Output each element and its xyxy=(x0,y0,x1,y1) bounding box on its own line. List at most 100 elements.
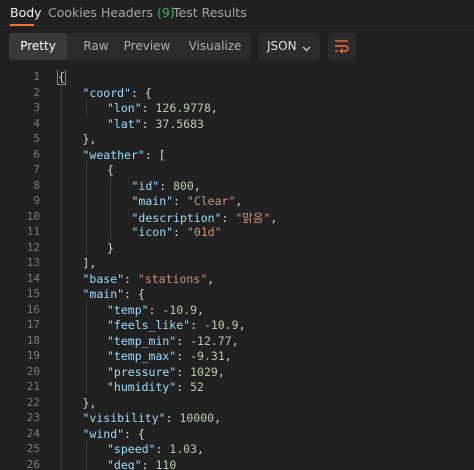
line-number: 6 xyxy=(33,147,40,161)
code-token: : xyxy=(173,225,187,239)
tab-test-results[interactable]: Test Results xyxy=(173,5,247,20)
code-line: 26 "deg": 110 xyxy=(0,458,474,470)
code-token: , xyxy=(231,333,239,348)
code-token: "wind" xyxy=(82,426,125,441)
line-number: 1 xyxy=(33,70,40,83)
response-body-editor[interactable]: 1{2 "coord": {3 "lon": 126.9778, 4 "lat": 37… xyxy=(0,70,474,470)
line-number: 18 xyxy=(26,333,40,347)
code-token: "lat" xyxy=(107,116,142,131)
code-token: : xyxy=(165,411,180,425)
code-content: ], xyxy=(83,256,97,270)
line-number: 15 xyxy=(26,287,40,300)
code-token: : xyxy=(159,178,174,193)
code-token: "lon" xyxy=(107,101,142,115)
code-content: "visibility": 10000, xyxy=(83,411,222,425)
code-token: "coord" xyxy=(82,85,131,100)
code-line: 25 "speed": 1.03, xyxy=(0,442,474,458)
code-token: : xyxy=(141,101,156,115)
code-token: , xyxy=(207,271,215,286)
code-line: 20 "pressure": 1029, xyxy=(0,365,474,381)
code-token: "맑음" xyxy=(235,210,271,225)
view-raw-button[interactable]: Raw xyxy=(73,33,119,60)
code-token: } xyxy=(107,240,114,255)
code-line: 17 "feels_like": -10.9, xyxy=(0,318,474,334)
code-line: 23 "visibility": 10000, xyxy=(0,411,474,427)
code-token: "pressure" xyxy=(107,364,177,379)
tab-body[interactable]: Body xyxy=(10,5,42,20)
code-content: }, xyxy=(83,132,97,146)
code-content: "temp_min": -12.77, xyxy=(107,334,239,348)
code-token: , xyxy=(235,194,243,208)
code-token: "humidity" xyxy=(107,380,177,394)
code-token: "id" xyxy=(131,178,160,193)
code-line: 3 "lon": 126.9778, xyxy=(0,101,474,117)
line-number: 24 xyxy=(26,426,40,440)
active-tab-indicator xyxy=(10,24,34,26)
code-token: "main" xyxy=(82,287,125,301)
code-token: , xyxy=(214,411,222,425)
code-content: "wind": { xyxy=(83,427,145,441)
code-token: 800 xyxy=(173,178,194,193)
code-token: "temp_max" xyxy=(107,349,177,363)
line-number: 2 xyxy=(33,85,40,99)
code-content: { xyxy=(107,163,114,177)
code-token: : xyxy=(124,271,138,286)
line-number: 16 xyxy=(26,302,40,316)
view-preview-button[interactable]: Preview xyxy=(121,33,173,60)
code-content: "temp": -10.9, xyxy=(107,303,204,317)
wrap-lines-icon xyxy=(335,40,349,54)
code-token: , xyxy=(238,318,246,332)
code-token: : xyxy=(141,457,156,470)
code-token: : { xyxy=(130,85,152,100)
code-token: }, xyxy=(82,132,97,146)
code-token: : xyxy=(173,194,187,208)
code-content: "pressure": 1029, xyxy=(107,365,225,379)
view-visualize-button[interactable]: Visualize xyxy=(185,33,245,60)
format-select-value: JSON xyxy=(267,39,297,53)
code-token: , xyxy=(210,101,218,115)
line-number: 9 xyxy=(33,194,40,207)
line-number: 3 xyxy=(33,101,40,114)
code-token: , xyxy=(197,442,204,456)
code-token: : { xyxy=(124,287,145,301)
code-content: "main": "Clear", xyxy=(132,194,243,208)
line-number: 5 xyxy=(33,132,40,145)
code-line: 10 "description": "맑음", xyxy=(0,210,474,226)
line-number: 13 xyxy=(26,256,40,269)
code-line: 18 "temp_min": -12.77, xyxy=(0,334,474,350)
code-content: "weather": [ xyxy=(83,148,166,162)
line-number: 11 xyxy=(26,225,40,238)
code-content: "deg": 110 xyxy=(107,458,176,470)
code-line: 15 "main": { xyxy=(0,287,474,303)
code-token: : xyxy=(155,442,170,456)
code-line: 13], xyxy=(0,256,474,272)
tab-headers[interactable]: Headers (9) xyxy=(101,5,175,20)
code-line: 19 "temp_max": -9.31, xyxy=(0,349,474,365)
code-token: : [ xyxy=(144,147,166,162)
code-token: , xyxy=(270,210,278,225)
code-line: 4 "lat": 37.5683 xyxy=(0,117,474,133)
tab-cookies[interactable]: Cookies xyxy=(48,5,97,20)
code-token: , xyxy=(197,302,204,317)
code-token: : xyxy=(176,380,191,394)
line-number: 21 xyxy=(26,380,40,393)
code-token: : xyxy=(141,116,156,131)
code-token: "Clear" xyxy=(186,194,236,208)
format-select[interactable]: JSON xyxy=(258,33,320,60)
wrap-lines-button[interactable] xyxy=(328,33,356,60)
code-token: ], xyxy=(82,256,97,270)
view-pretty-button[interactable]: Pretty xyxy=(9,33,67,60)
code-token: 1.03 xyxy=(169,442,198,456)
chevron-down-icon xyxy=(302,41,311,55)
code-content: "temp_max": -9.31, xyxy=(107,349,232,363)
code-token: "stations" xyxy=(137,271,208,286)
code-line: 11 "icon": "01d" xyxy=(0,225,474,241)
code-token: "icon" xyxy=(131,225,174,239)
code-token: 110 xyxy=(155,457,177,470)
code-token: : { xyxy=(124,426,145,441)
code-content: "base": "stations", xyxy=(83,272,215,286)
code-token: : xyxy=(148,302,163,317)
line-number: 20 xyxy=(26,364,40,378)
code-token: 1029 xyxy=(190,364,218,379)
line-number: 25 xyxy=(26,442,40,455)
